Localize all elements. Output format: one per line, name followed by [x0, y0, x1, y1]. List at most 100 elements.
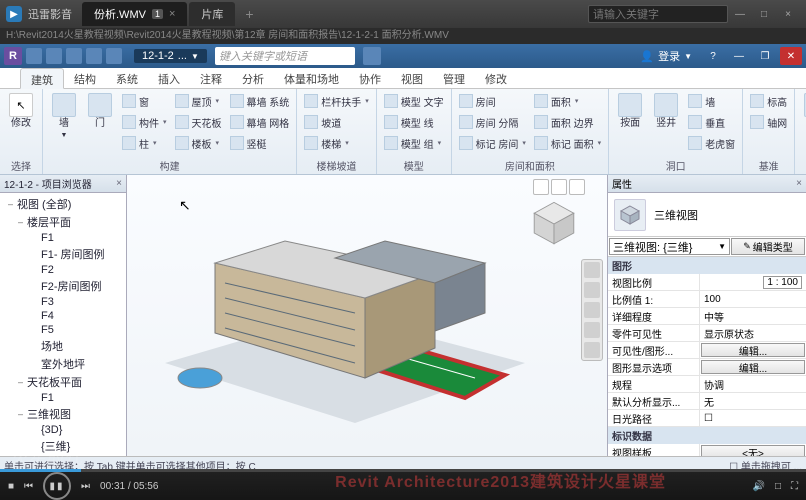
infocenter-icon[interactable] — [363, 47, 381, 65]
tree-node[interactable]: F5 — [0, 323, 126, 337]
play-pause-button[interactable]: ▮▮ — [43, 472, 71, 500]
player-close-icon[interactable]: × — [776, 9, 800, 20]
edit-type-button[interactable]: ✎ 编辑类型 — [731, 238, 805, 255]
props-value-button[interactable]: 编辑... — [701, 343, 805, 357]
qat-open-icon[interactable] — [26, 48, 42, 64]
volume-icon[interactable]: 🔊 — [753, 481, 765, 492]
qat-redo-icon[interactable] — [86, 48, 102, 64]
tree-node[interactable]: –视图 (全部) — [0, 195, 126, 213]
ribbon-tab-insert[interactable]: 插入 — [148, 68, 190, 88]
props-value[interactable]: 中等 — [700, 308, 806, 324]
fullscreen-icon[interactable]: ⛶ — [791, 481, 798, 492]
ribbon-tab-sys[interactable]: 系统 — [106, 68, 148, 88]
ribbon-tab-manage[interactable]: 管理 — [433, 68, 475, 88]
door-button[interactable]: 门 — [83, 91, 117, 129]
props-value[interactable]: 100 — [700, 291, 806, 307]
tree-node[interactable]: 室外地坪 — [0, 355, 126, 373]
curtain-grid-button[interactable]: 幕墙 网格 — [227, 112, 293, 132]
tree-node[interactable]: –天花板平面 — [0, 373, 126, 391]
props-value-button[interactable]: <无> — [701, 445, 805, 456]
player-tab-library[interactable]: 片库 — [189, 2, 235, 26]
props-value-button[interactable]: 编辑... — [701, 360, 805, 374]
tree-node[interactable]: F4 — [0, 309, 126, 323]
view-close-icon[interactable] — [569, 179, 585, 195]
app-restore-icon[interactable]: ❐ — [754, 47, 776, 65]
help-icon[interactable]: ? — [702, 47, 724, 65]
player-search[interactable]: 请输入关键字 — [588, 5, 728, 23]
roof-button[interactable]: 屋顶▾ — [172, 91, 225, 111]
browser-tree[interactable]: –视图 (全部)–楼层平面F1F1- 房间图例F2F2-房间图例F3F4F5场地… — [0, 193, 126, 456]
room-button[interactable]: 房间 — [456, 91, 529, 111]
area-button[interactable]: 面积▾ — [531, 91, 604, 111]
ribbon-tab-view[interactable]: 视图 — [391, 68, 433, 88]
qat-print-icon[interactable] — [106, 48, 122, 64]
stair-button[interactable]: 楼梯▾ — [301, 133, 372, 153]
prev-icon[interactable]: ⏮ — [24, 481, 33, 492]
document-dropdown[interactable]: 12-1-2 ... ▼ — [134, 49, 207, 63]
player-tab-add[interactable]: + — [237, 6, 261, 22]
props-instance-selector[interactable]: 三维视图: {三维} ▼ — [609, 238, 730, 255]
close-icon[interactable]: × — [169, 8, 175, 20]
tree-node[interactable]: F3 — [0, 295, 126, 309]
tag-area-button[interactable]: 标记 面积▾ — [531, 133, 604, 153]
stop-icon[interactable]: ■ — [8, 481, 14, 492]
ribbon-tab-collab[interactable]: 协作 — [349, 68, 391, 88]
steering-wheel-icon[interactable] — [584, 262, 600, 278]
ribbon-tab-struct[interactable]: 结构 — [64, 68, 106, 88]
open-icon[interactable]: □ — [775, 481, 781, 492]
area-boundary-button[interactable]: 面积 边界 — [531, 112, 604, 132]
shaft-button[interactable]: 竖井 — [649, 91, 683, 129]
props-value[interactable]: 1 : 100 — [700, 274, 806, 290]
room-sep-button[interactable]: 房间 分隔 — [456, 112, 529, 132]
qat-save-icon[interactable] — [46, 48, 62, 64]
view-min-icon[interactable] — [533, 179, 549, 195]
next-icon[interactable]: ⏭ — [81, 481, 90, 492]
dormer-button[interactable]: 老虎窗 — [685, 133, 738, 153]
ribbon-tab-analyze[interactable]: 分析 — [232, 68, 274, 88]
app-menu-button[interactable]: R — [4, 47, 22, 65]
modify-button[interactable]: ↖ 修改 — [4, 91, 38, 129]
zoom-icon[interactable] — [584, 302, 600, 318]
props-value[interactable]: 显示原状态 — [700, 325, 806, 341]
ribbon-tab-modify[interactable]: 修改 — [475, 68, 517, 88]
floor-button[interactable]: 楼板▾ — [172, 133, 225, 153]
window-button[interactable]: 窗 — [119, 91, 170, 111]
close-icon[interactable]: × — [796, 178, 802, 189]
player-min-icon[interactable]: — — [728, 9, 752, 20]
building-model[interactable] — [155, 213, 535, 433]
ribbon-tab-arch[interactable]: 建筑 — [20, 68, 64, 89]
ramp-button[interactable]: 坡道 — [301, 112, 372, 132]
signin-button[interactable]: 👤 登录 ▼ — [634, 48, 698, 64]
tree-node[interactable]: 场地 — [0, 337, 126, 355]
level-button[interactable]: 标高 — [747, 91, 790, 111]
qat-undo-icon[interactable] — [66, 48, 82, 64]
model-text-button[interactable]: 模型 文字 — [381, 91, 447, 111]
orbit-icon[interactable] — [584, 322, 600, 338]
ribbon-tab-mass[interactable]: 体量和场地 — [274, 68, 349, 88]
props-value[interactable]: 协调 — [700, 376, 806, 392]
pan-icon[interactable] — [584, 282, 600, 298]
player-tab-video[interactable]: 份析.WMV 1 × — [82, 2, 187, 26]
tree-node[interactable]: F1- 房间图例 — [0, 245, 126, 263]
vertical-button[interactable]: 垂直 — [685, 112, 738, 132]
by-face-button[interactable]: 按面 — [613, 91, 647, 129]
wall-button[interactable]: 墙▼ — [47, 91, 81, 141]
viewcube[interactable] — [527, 197, 581, 251]
app-search-input[interactable]: 键入关键字或短语 — [215, 47, 355, 65]
app-close-icon[interactable]: ✕ — [780, 47, 802, 65]
set-button[interactable]: 设置 — [799, 91, 806, 129]
props-value[interactable]: 无 — [700, 393, 806, 409]
column-button[interactable]: 柱▾ — [119, 133, 170, 153]
tree-node[interactable]: F2-房间图例 — [0, 277, 126, 295]
player-max-icon[interactable]: □ — [752, 9, 776, 20]
tree-node[interactable]: F2 — [0, 263, 126, 277]
tree-node[interactable]: –三维视图 — [0, 405, 126, 423]
grid-button[interactable]: 轴网 — [747, 112, 790, 132]
ribbon-tab-annot[interactable]: 注释 — [190, 68, 232, 88]
props-value[interactable]: ☐ — [700, 410, 806, 426]
mullion-button[interactable]: 竖梃 — [227, 133, 293, 153]
tree-node[interactable]: F1 — [0, 391, 126, 405]
viewport[interactable]: ↖ — [127, 175, 608, 456]
tree-node[interactable]: F1 — [0, 231, 126, 245]
close-icon[interactable]: × — [116, 178, 122, 189]
